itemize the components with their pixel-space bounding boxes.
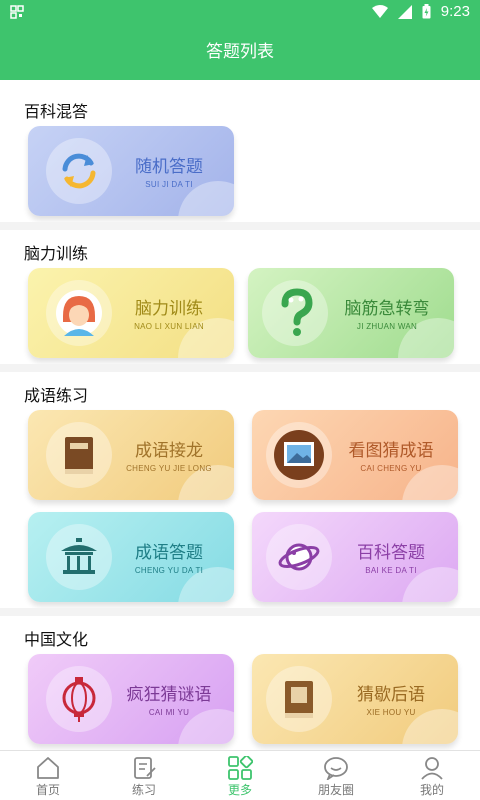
card-brain-training[interactable]: 脑力训练 NAO LI XUN LIAN	[28, 268, 234, 358]
card-title: 看图猜成语	[348, 441, 434, 461]
card-subtitle: SUI JI DA TI	[145, 180, 193, 189]
profile-icon	[421, 757, 443, 780]
card-subtitle: JI ZHUAN WAN	[356, 322, 418, 331]
card-subtitle: CAI CHENG YU	[360, 464, 422, 473]
card-title: 猜歇后语	[357, 685, 425, 705]
page-title: 答题列表	[0, 24, 480, 80]
card-brain-twister[interactable]: 脑筋急转弯 JI ZHUAN WAN	[248, 268, 454, 358]
card-title: 成语答题	[135, 543, 203, 563]
tab-practice[interactable]: 练习	[96, 751, 192, 800]
status-bar: 9:23	[0, 0, 480, 24]
card-subtitle: NAO LI XUN LIAN	[134, 322, 204, 331]
card-subtitle: CAI MI YU	[148, 708, 190, 717]
section-title-baike-mixed: 百科混答	[24, 102, 89, 121]
card-title: 百科答题	[357, 543, 425, 563]
card-subtitle: CHENG YU JIE LONG	[126, 464, 212, 473]
card-subtitle: CHENG YU DA TI	[134, 566, 204, 575]
card-title: 随机答题	[135, 157, 203, 177]
book-icon	[285, 681, 313, 718]
planet-icon	[278, 543, 320, 571]
tab-label: 更多	[227, 783, 252, 797]
section-title-chinese-culture: 中国文化	[24, 630, 89, 649]
book-icon	[65, 437, 93, 474]
clock: 9:23	[440, 3, 470, 20]
section-title-idiom-practice: 成语练习	[24, 386, 89, 405]
card-idiom-quiz[interactable]: 成语答题 CHENG YU DA TI	[28, 512, 234, 602]
home-icon	[37, 757, 59, 779]
question-mark-icon	[281, 288, 313, 336]
card-idiom-chain[interactable]: 成语接龙 CHENG YU JIE LONG	[28, 410, 234, 500]
card-xiehouyu[interactable]: 猜歇后语 XIE HOU YU	[252, 654, 458, 744]
battery-icon	[422, 4, 431, 19]
card-encyclopedia-quiz[interactable]: 百科答题 BAI KE DA TI	[252, 512, 458, 602]
tab-more[interactable]: 更多	[192, 751, 288, 800]
chat-icon	[324, 757, 348, 780]
card-subtitle: XIE HOU YU	[366, 708, 416, 717]
tab-profile[interactable]: 我的	[384, 751, 480, 800]
card-subtitle: BAI KE DA TI	[365, 566, 417, 575]
pavilion-icon	[61, 538, 97, 574]
card-title: 成语接龙	[135, 441, 203, 461]
bottom-tab-bar: 首页 练习 更多 朋友圈 我的	[0, 750, 480, 800]
lantern-icon	[62, 677, 96, 722]
notification-icon	[10, 5, 24, 19]
refresh-icon	[62, 153, 96, 189]
quiz-list: 百科混答 随机答题 SUI JI DA TI 脑力训练 脑力训练 NAO LI …	[0, 80, 480, 750]
tab-label: 首页	[35, 783, 60, 797]
card-picture-idiom[interactable]: 看图猜成语 CAI CHENG YU	[252, 410, 458, 500]
tab-label: 练习	[131, 783, 156, 797]
tab-label: 朋友圈	[317, 783, 354, 797]
more-icon	[228, 756, 253, 780]
divider	[0, 608, 480, 616]
image-icon	[274, 430, 324, 480]
card-title: 脑筋急转弯	[344, 299, 430, 319]
section-title-brain-training: 脑力训练	[24, 244, 89, 263]
card-title: 脑力训练	[135, 299, 203, 319]
girl-avatar-icon	[56, 290, 102, 336]
divider	[0, 222, 480, 230]
practice-icon	[134, 757, 156, 779]
tab-friends[interactable]: 朋友圈	[288, 751, 384, 800]
signal-icon	[397, 4, 412, 19]
wifi-icon	[371, 4, 388, 18]
card-title: 疯狂猜谜语	[126, 685, 212, 705]
card-riddle[interactable]: 疯狂猜谜语 CAI MI YU	[28, 654, 234, 744]
tab-label: 我的	[419, 783, 444, 797]
card-random-quiz[interactable]: 随机答题 SUI JI DA TI	[28, 126, 234, 216]
divider	[0, 364, 480, 372]
tab-home[interactable]: 首页	[0, 751, 96, 800]
